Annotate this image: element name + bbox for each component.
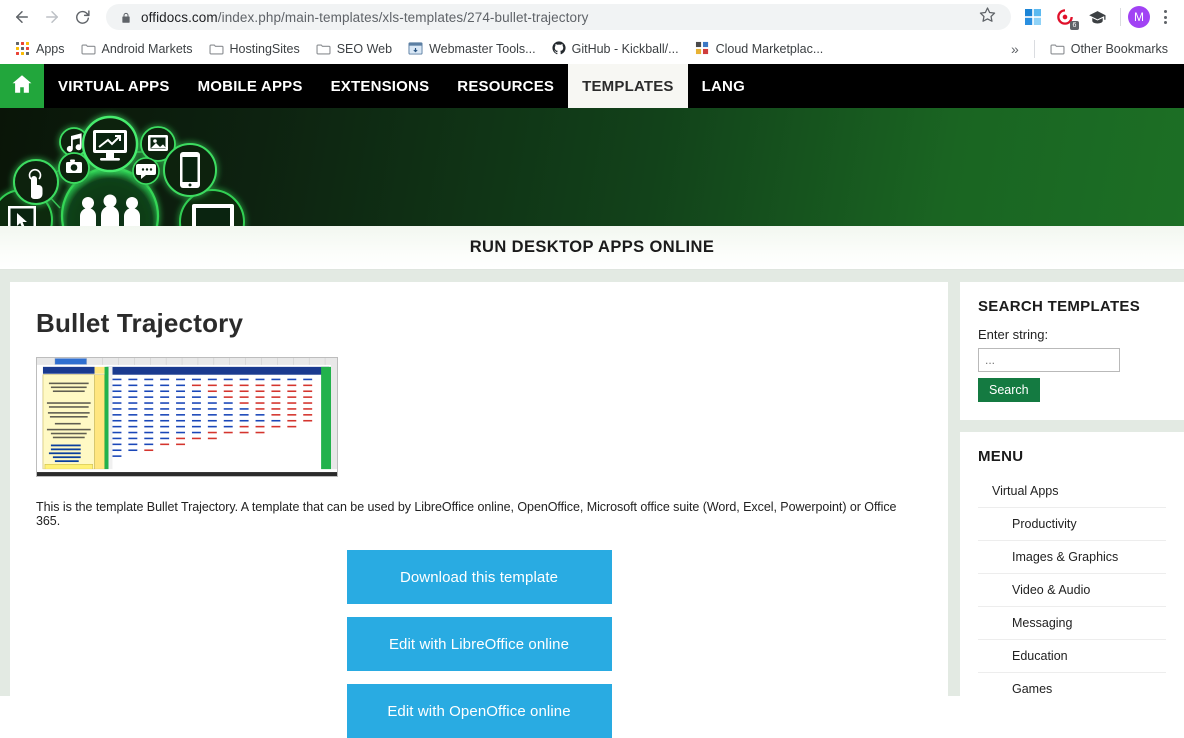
nav-item-lang[interactable]: LANG	[688, 64, 759, 108]
nav-item-extensions[interactable]: EXTENSIONS	[317, 64, 444, 108]
url-host: offidocs.com	[141, 10, 218, 25]
bookmark-cloud-marketplace[interactable]: Cloud Marketplac...	[687, 39, 832, 60]
folder-icon	[209, 43, 224, 55]
page-content: VIRTUAL APPS MOBILE APPS EXTENSIONS RESO…	[0, 64, 1184, 696]
github-icon	[552, 41, 566, 58]
home-icon	[10, 72, 34, 101]
browser-toolbar: offidocs.com/index.php/main-templates/xl…	[0, 0, 1184, 34]
people-group-icon	[80, 195, 140, 227]
apps-grid-icon	[16, 42, 30, 56]
sidebar-item-productivity[interactable]: Productivity	[978, 507, 1166, 540]
bookmark-label: GitHub - Kickball/...	[572, 42, 679, 56]
toolbar-divider	[1120, 8, 1121, 26]
folder-icon	[316, 43, 331, 55]
other-bookmarks-button[interactable]: Other Bookmarks	[1042, 40, 1176, 58]
smartphone-icon	[180, 152, 200, 188]
template-description: This is the template Bullet Trajectory. …	[36, 500, 922, 528]
page-title: Bullet Trajectory	[36, 308, 922, 339]
webmaster-tools-icon	[408, 41, 423, 58]
site-nav: VIRTUAL APPS MOBILE APPS EXTENSIONS RESO…	[0, 64, 1184, 108]
search-templates-card: SEARCH TEMPLATES Enter string: Search	[960, 282, 1184, 420]
bookmarks-divider	[1034, 40, 1035, 58]
search-input[interactable]	[978, 348, 1120, 372]
edit-openoffice-button[interactable]: Edit with OpenOffice online	[347, 684, 612, 738]
tagline-strip: RUN DESKTOP APPS ONLINE	[0, 226, 1184, 270]
other-bookmarks-label: Other Bookmarks	[1071, 42, 1168, 56]
avatar[interactable]: M	[1128, 6, 1150, 28]
red-circle-extension-icon[interactable]: 6	[1053, 5, 1077, 29]
edit-libreoffice-button[interactable]: Edit with LibreOffice online	[347, 617, 612, 671]
sidebar-item-video-audio[interactable]: Video & Audio	[978, 573, 1166, 606]
folder-icon	[1050, 43, 1065, 55]
nav-item-mobile-apps[interactable]: MOBILE APPS	[184, 64, 317, 108]
chrome-menu-icon[interactable]	[1154, 10, 1176, 24]
lock-icon	[120, 11, 132, 23]
main-column: Bullet Trajectory	[0, 282, 948, 696]
bookmark-webmaster-tools[interactable]: Webmaster Tools...	[400, 39, 544, 60]
bookmark-hostingsites[interactable]: HostingSites	[201, 40, 308, 58]
menu-card: MENU Virtual Apps Productivity Images & …	[960, 432, 1184, 705]
folder-icon	[81, 43, 96, 55]
download-template-button[interactable]: Download this template	[347, 550, 612, 604]
bookmark-github[interactable]: GitHub - Kickball/...	[544, 39, 687, 60]
hero-banner	[0, 108, 1184, 226]
sidebar-item-messaging[interactable]: Messaging	[978, 606, 1166, 639]
address-bar-text: offidocs.com/index.php/main-templates/xl…	[141, 10, 589, 25]
back-arrow-icon[interactable]	[8, 3, 36, 31]
address-bar[interactable]: offidocs.com/index.php/main-templates/xl…	[106, 4, 1011, 30]
forward-arrow-icon	[38, 3, 66, 31]
sidebar: SEARCH TEMPLATES Enter string: Search ME…	[948, 282, 1184, 696]
photo-icon	[148, 135, 168, 151]
bookmark-label: SEO Web	[337, 42, 392, 56]
extension-badge-count: 6	[1070, 21, 1079, 30]
template-card: Bullet Trajectory	[10, 282, 948, 738]
bookmark-label: Webmaster Tools...	[429, 42, 536, 56]
cursor-icon	[8, 206, 36, 226]
nav-home-button[interactable]	[0, 64, 44, 108]
search-templates-title: SEARCH TEMPLATES	[978, 298, 1166, 315]
sidebar-item-images-graphics[interactable]: Images & Graphics	[978, 540, 1166, 573]
star-icon[interactable]	[979, 6, 1001, 28]
action-buttons: Download this template Edit with LibreOf…	[36, 550, 922, 738]
graduation-cap-extension-icon[interactable]	[1085, 5, 1109, 29]
bookmark-label: HostingSites	[230, 42, 300, 56]
bookmark-label: Apps	[36, 42, 65, 56]
sidebar-item-games[interactable]: Games	[978, 672, 1166, 705]
bookmarks-overflow-button[interactable]: »	[1003, 41, 1027, 57]
menu-title: MENU	[978, 448, 1166, 465]
tagline-text: RUN DESKTOP APPS ONLINE	[470, 238, 715, 257]
tablet-icon	[192, 204, 234, 226]
template-thumbnail[interactable]	[36, 357, 338, 477]
sidebar-item-virtual-apps[interactable]: Virtual Apps	[978, 475, 1166, 507]
bookmark-android-markets[interactable]: Android Markets	[73, 40, 201, 58]
cloud-marketplace-icon	[695, 41, 710, 58]
bookmark-label: Android Markets	[102, 42, 193, 56]
nav-item-resources[interactable]: RESOURCES	[443, 64, 568, 108]
page-body: Bullet Trajectory	[0, 270, 1184, 696]
bookmark-label: Cloud Marketplac...	[716, 42, 824, 56]
hero-network-graphic	[0, 108, 420, 226]
reload-icon[interactable]	[68, 3, 96, 31]
bookmarks-bar: Apps Android Markets HostingSites SEO We…	[0, 34, 1184, 64]
search-input-label: Enter string:	[978, 327, 1166, 342]
windows-grid-extension-icon[interactable]	[1021, 5, 1045, 29]
url-path: /index.php/main-templates/xls-templates/…	[218, 10, 589, 25]
sidebar-item-education[interactable]: Education	[978, 639, 1166, 672]
nav-item-virtual-apps[interactable]: VIRTUAL APPS	[44, 64, 184, 108]
bookmark-seo-web[interactable]: SEO Web	[308, 40, 400, 58]
search-button[interactable]: Search	[978, 378, 1040, 402]
browser-chrome: offidocs.com/index.php/main-templates/xl…	[0, 0, 1184, 64]
nav-item-templates[interactable]: TEMPLATES	[568, 64, 688, 108]
bookmark-apps[interactable]: Apps	[8, 40, 73, 58]
